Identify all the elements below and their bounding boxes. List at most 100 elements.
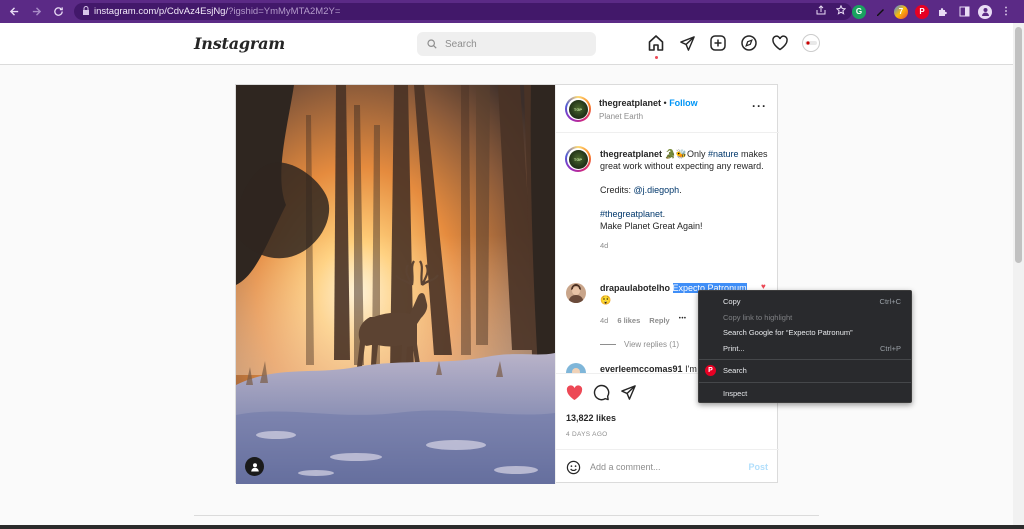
- commenter-avatar[interactable]: [566, 283, 586, 303]
- menu-item-search-google-label: Search Google for “Expecto Patronum”: [723, 328, 853, 337]
- comment-author[interactable]: drapaulabotelho: [600, 283, 670, 293]
- share-icon[interactable]: [816, 5, 826, 18]
- view-replies-button[interactable]: View replies (1): [600, 340, 679, 349]
- bookmark-star-icon[interactable]: [835, 4, 847, 18]
- hashtag2-end: .: [662, 209, 666, 219]
- caption: thegreatplanet 🐊🐝Only #nature makes grea…: [600, 148, 770, 252]
- taskbar-edge: [0, 525, 1024, 529]
- post-image[interactable]: [236, 85, 555, 484]
- heart-outline-icon: [772, 35, 788, 51]
- profile-avatar: [802, 34, 820, 52]
- hashtag-nature[interactable]: #nature: [708, 149, 739, 159]
- comment-2-author[interactable]: everleemccomas91: [600, 364, 683, 373]
- direct-messages-button[interactable]: [677, 33, 697, 53]
- top-nav: [646, 33, 821, 59]
- caption-avatar[interactable]: TGP: [565, 146, 591, 172]
- post-card: TGP thegreatplanet • Follow Planet Earth…: [235, 84, 779, 484]
- new-post-button[interactable]: [708, 33, 728, 53]
- menu-item-print-label: Print...: [723, 344, 745, 353]
- author-username[interactable]: thegreatplanet: [599, 98, 661, 108]
- tagged-users-button[interactable]: [245, 457, 264, 476]
- planet-logo-icon: TGP: [568, 99, 588, 119]
- credits-handle[interactable]: @j.diegoph: [634, 185, 680, 195]
- compass-icon: [741, 35, 757, 51]
- planet-logo-icon: TGP: [568, 149, 588, 169]
- comment-meta: 4d 6 likes Reply •••: [600, 316, 687, 325]
- menu-item-pinterest-search[interactable]: Search: [723, 364, 901, 377]
- address-bar[interactable]: instagram.com/p/CdvAz4EsjNg/?igshid=YmMy…: [74, 3, 852, 20]
- post-side-panel: TGP thegreatplanet • Follow Planet Earth…: [555, 85, 779, 484]
- browser-toolbar: instagram.com/p/CdvAz4EsjNg/?igshid=YmMy…: [0, 0, 1024, 23]
- profile-avatar-icon[interactable]: [978, 4, 992, 19]
- puzzle-extensions-icon[interactable]: [936, 5, 950, 19]
- comment-2: everleemccomas91 I'm a: [600, 364, 704, 373]
- activity-button[interactable]: [770, 33, 790, 53]
- lock-icon: [82, 6, 94, 17]
- hashtag-thegreatplanet[interactable]: #thegreatplanet: [600, 209, 663, 219]
- author-avatar[interactable]: TGP: [565, 96, 591, 122]
- caption-author[interactable]: thegreatplanet: [600, 149, 662, 159]
- commenter-avatar-2[interactable]: [566, 363, 586, 373]
- caption-last-line: Make Planet Great Again!: [600, 221, 703, 231]
- instagram-logo[interactable]: Instagram: [194, 34, 285, 53]
- reply-button[interactable]: Reply: [649, 316, 669, 325]
- grammarly-extension-icon[interactable]: G: [852, 4, 866, 19]
- pen-extension-icon[interactable]: [873, 5, 887, 19]
- comment-time: 4d: [600, 316, 609, 325]
- more-options-button[interactable]: ···: [752, 99, 767, 113]
- post-time: 4 DAYS AGO: [566, 431, 608, 438]
- search-icon: [427, 39, 437, 49]
- back-button[interactable]: [3, 0, 25, 23]
- share-plane-icon[interactable]: [620, 384, 637, 401]
- side-panel-icon[interactable]: [957, 5, 971, 19]
- credits-label: Credits:: [600, 185, 634, 195]
- reload-icon: [53, 7, 63, 16]
- forward-button[interactable]: [25, 0, 47, 23]
- follow-button[interactable]: Follow: [669, 98, 698, 108]
- menu-item-copy[interactable]: Copy Ctrl+C: [723, 295, 901, 308]
- home-button[interactable]: [646, 33, 666, 59]
- post-header: TGP thegreatplanet • Follow Planet Earth…: [556, 85, 779, 133]
- extensions-area: G 7 P ⋮: [852, 3, 1013, 20]
- comment-more-icon[interactable]: •••: [679, 316, 687, 325]
- home-icon: [648, 35, 664, 51]
- browser-menu-icon[interactable]: ⋮: [999, 5, 1013, 19]
- page-scrollbar[interactable]: [1013, 23, 1024, 529]
- home-active-dot: [655, 56, 658, 59]
- add-comment-bar: Add a comment... Post: [556, 449, 779, 484]
- menu-item-inspect[interactable]: Inspect: [723, 387, 901, 400]
- color-extension-icon[interactable]: 7: [894, 4, 908, 19]
- menu-item-search-label: Search: [723, 366, 747, 375]
- paper-plane-icon: [679, 35, 695, 51]
- likes-count[interactable]: 13,822 likes: [566, 413, 616, 423]
- menu-item-copy-label: Copy: [723, 297, 741, 306]
- comment-input[interactable]: Add a comment...: [590, 462, 748, 472]
- like-filled-icon[interactable]: [566, 384, 583, 401]
- menu-item-print[interactable]: Print... Ctrl+P: [723, 342, 901, 355]
- emoji-icon[interactable]: [566, 460, 581, 475]
- caption-emoji: 🐊🐝: [664, 149, 687, 159]
- caption-text-1: Only: [686, 149, 708, 159]
- pinterest-extension-icon[interactable]: P: [915, 4, 929, 19]
- menu-item-copy-link-label: Copy link to highlight: [723, 313, 793, 322]
- search-placeholder: Search: [445, 38, 477, 50]
- post-location[interactable]: Planet Earth: [599, 112, 643, 121]
- scrollbar-thumb[interactable]: [1015, 27, 1022, 263]
- menu-item-copy-link-highlight[interactable]: Copy link to highlight: [723, 311, 901, 324]
- comment-likes[interactable]: 6 likes: [617, 316, 640, 325]
- search-input[interactable]: Search: [417, 32, 596, 56]
- explore-button[interactable]: [739, 33, 759, 53]
- view-replies-label: View replies (1): [624, 340, 679, 349]
- arrow-right-icon: [32, 7, 41, 16]
- context-menu: Copy Ctrl+C Copy link to highlight Searc…: [698, 290, 912, 403]
- menu-item-print-shortcut: Ctrl+P: [879, 344, 901, 353]
- menu-item-inspect-label: Inspect: [723, 389, 748, 398]
- reload-button[interactable]: [47, 0, 69, 23]
- comment-icon[interactable]: [593, 384, 610, 401]
- post-comment-button[interactable]: Post: [748, 462, 768, 472]
- menu-separator: [699, 359, 911, 360]
- menu-item-search-google[interactable]: Search Google for “Expecto Patronum”: [723, 326, 901, 339]
- page-divider: [194, 515, 819, 516]
- profile-button[interactable]: [801, 33, 821, 53]
- url-main: instagram.com/p/CdvAz4EsjNg/: [94, 6, 229, 17]
